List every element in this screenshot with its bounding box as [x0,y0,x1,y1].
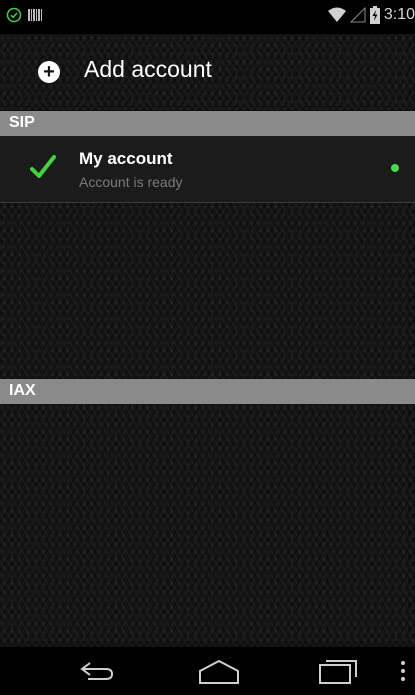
home-icon[interactable] [198,657,240,685]
section-title: IAX [9,382,36,399]
iax-account-list [0,404,415,647]
section-header-iax: IAX [0,379,415,404]
navigation-bar [0,647,415,695]
back-icon[interactable] [78,657,116,685]
wifi-icon [327,7,346,22]
status-right-icons: 3:10 [327,6,415,24]
section-header-sip: SIP [0,111,415,136]
barcode-icon [28,9,42,21]
section-title: SIP [9,114,35,131]
account-status: Account is ready [79,174,183,190]
account-list-item[interactable]: My account Account is ready [0,136,415,203]
signal-icon [349,7,366,23]
account-status-indicator [391,164,399,172]
status-bar: 3:10 [0,0,415,34]
menu-icon[interactable] [399,657,407,685]
check-circle-icon [6,7,22,23]
checkmark-icon[interactable] [30,154,56,180]
battery-charging-icon [369,6,380,24]
plus-circle-icon: + [38,61,60,83]
status-left-icons [6,7,42,23]
recent-apps-icon[interactable] [318,657,358,685]
add-account-button[interactable]: + Add account [0,34,415,110]
sip-account-list-empty-area [0,203,415,379]
account-name: My account [79,149,173,168]
add-account-label: Add account [84,56,212,82]
status-time: 3:10 [383,6,415,23]
